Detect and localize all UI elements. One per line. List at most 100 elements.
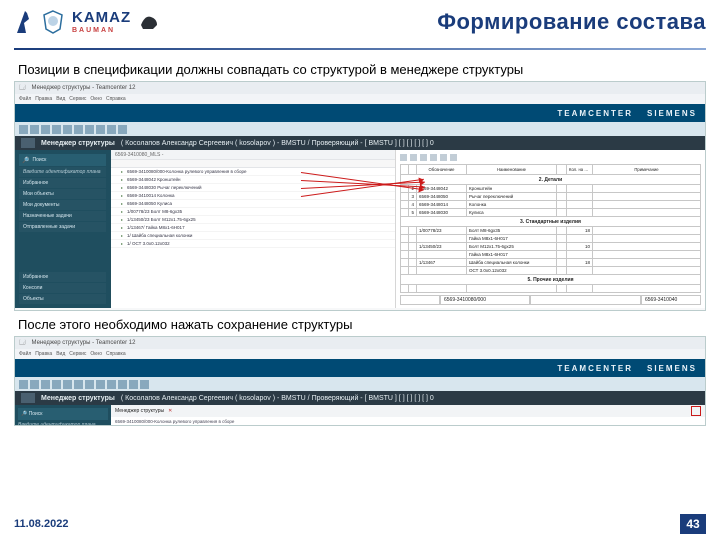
toolbar-icon[interactable]: [41, 125, 50, 134]
toolbar-icon[interactable]: [85, 380, 94, 389]
screenshot-save: 🗔 Менеджер структуры - Teamcenter 12 Фай…: [14, 336, 706, 426]
sidebar-item[interactable]: Мои объекты: [19, 189, 106, 199]
window-title-bar: 🗔 Менеджер структуры - Teamcenter 12: [15, 82, 705, 94]
menu-service[interactable]: Сервис: [69, 351, 86, 357]
toolbar-icon[interactable]: [30, 380, 39, 389]
tree-row[interactable]: 1/13450/23 Болт М12х1.75-6gx25: [111, 216, 395, 224]
sidebar-search: Поиск: [19, 154, 106, 166]
menu-help[interactable]: Справка: [106, 96, 126, 102]
tree-row[interactable]: 1/13467/ Гайка М8х1-6Н017: [111, 224, 395, 232]
menu-help[interactable]: Справка: [106, 351, 126, 357]
tree-row[interactable]: 6569-3410080/000-Колонка рулевого управл…: [111, 168, 395, 176]
window-title: Менеджер структуры - Teamcenter 12: [32, 85, 136, 91]
sidebar-bottom[interactable]: Объекты: [19, 294, 106, 304]
toolbar-icon[interactable]: [52, 125, 61, 134]
tree-columns: [111, 160, 395, 168]
section-std: 3. Стандартные изделия: [401, 217, 701, 227]
section-detail: 2. Детали: [401, 175, 701, 185]
tree-row[interactable]: 6569-3410014 Колонка: [111, 192, 395, 200]
siemens-word: SIEMENS: [647, 109, 697, 118]
kamaz-horse-icon: [14, 9, 36, 35]
toolbar: [15, 122, 705, 136]
user-context: ( Косолапов Александр Сергеевич ( kosola…: [121, 140, 434, 147]
toolbar-icon[interactable]: [63, 125, 72, 134]
toolbar-icon[interactable]: [30, 125, 39, 134]
close-icon[interactable]: ✕: [168, 408, 172, 414]
doc-tool-icon[interactable]: [420, 154, 427, 161]
doc-tool-icon[interactable]: [440, 154, 447, 161]
toolbar-icon[interactable]: [19, 125, 28, 134]
toolbar-icon[interactable]: [19, 380, 28, 389]
menu-file[interactable]: Файл: [19, 351, 31, 357]
brand-text: KAMAZ BAUMAN: [72, 10, 131, 34]
paragraph-1: Позиции в спецификации должны совпадать …: [18, 62, 702, 77]
app-icon: 🗔: [19, 338, 26, 348]
toolbar-icon[interactable]: [52, 380, 61, 389]
slide-footer: 11.08.2022 43: [14, 514, 706, 534]
menu-bar: Файл Правка Вид Сервис Окно Справка: [15, 349, 705, 359]
tree-row[interactable]: 6569-3448050 Кулиса: [111, 200, 395, 208]
toolbar-icon[interactable]: [107, 380, 116, 389]
spec-footer: 6569-3410080/000 6569-3410040: [400, 295, 701, 305]
tab-module[interactable]: Менеджер структуры: [115, 408, 164, 414]
menu-file[interactable]: Файл: [19, 96, 31, 102]
search-input[interactable]: Введите идентификатор плана: [19, 167, 106, 177]
toolbar-icon[interactable]: [118, 125, 127, 134]
sidebar-item[interactable]: Отправленные задачи: [19, 222, 106, 232]
page-number: 43: [680, 514, 706, 534]
teamcenter-word: TEAMCENTER: [557, 364, 633, 373]
tree-row[interactable]: 1/00778/23 Болт М8-6gx35: [111, 208, 395, 216]
toolbar-icon[interactable]: [129, 380, 138, 389]
tree-tab[interactable]: 6569-3410080_MLS -: [111, 150, 395, 160]
doc-tool-icon[interactable]: [400, 154, 407, 161]
menu-view[interactable]: Вид: [56, 96, 65, 102]
teamcenter-band: TEAMCENTER SIEMENS: [15, 104, 705, 122]
ox-icon: [137, 11, 161, 33]
teamcenter-band: TEAMCENTER SIEMENS: [15, 359, 705, 377]
toolbar-icon[interactable]: [63, 380, 72, 389]
sidebar-bottom[interactable]: Консоли: [19, 283, 106, 293]
toolbar: [15, 377, 705, 391]
toolbar-icon[interactable]: [85, 125, 94, 134]
toolbar-icon[interactable]: [41, 380, 50, 389]
window-title: Менеджер структуры - Teamcenter 12: [32, 340, 136, 346]
toolbar-icon[interactable]: [74, 380, 83, 389]
teamcenter-word: TEAMCENTER: [557, 109, 633, 118]
main-area: Менеджер структуры ✕ 6569-3410080/000-Ко…: [111, 405, 705, 426]
paragraph-2: После этого необходимо нажать сохранение…: [18, 317, 702, 332]
tree-row[interactable]: 1/ ОСТ 3.0х0.12х032: [111, 240, 395, 248]
menu-window[interactable]: Окно: [90, 351, 102, 357]
toolbar-icon[interactable]: [107, 125, 116, 134]
doc-tool-icon[interactable]: [410, 154, 417, 161]
toolbar-icon[interactable]: [74, 125, 83, 134]
menu-window[interactable]: Окно: [90, 96, 102, 102]
toolbar-icon[interactable]: [118, 380, 127, 389]
search-input[interactable]: Введите идентификатор плана: [18, 422, 108, 426]
sidebar-item[interactable]: Избранное: [19, 178, 106, 188]
sidebar-bottom[interactable]: Избранное: [19, 272, 106, 282]
menu-service[interactable]: Сервис: [69, 96, 86, 102]
screenshot-structure-spec: 🗔 Менеджер структуры - Teamcenter 12 Фай…: [14, 81, 706, 311]
tab-bar: Менеджер структуры ✕: [111, 405, 705, 417]
spec-document: Обозначение Наименование Кол. на изделие…: [395, 150, 705, 308]
app-icon: 🗔: [19, 83, 26, 93]
menu-view[interactable]: Вид: [56, 351, 65, 357]
save-button-highlight[interactable]: [691, 406, 701, 416]
toolbar-icon[interactable]: [96, 125, 105, 134]
spec-header-row: Обозначение Наименование Кол. на изделие…: [401, 165, 701, 175]
toolbar-icon[interactable]: [140, 380, 149, 389]
menu-bar: Файл Правка Вид Сервис Окно Справка: [15, 94, 705, 104]
siemens-word: SIEMENS: [647, 364, 697, 373]
menu-edit[interactable]: Правка: [35, 351, 52, 357]
menu-edit[interactable]: Правка: [35, 96, 52, 102]
doc-tool-icon[interactable]: [430, 154, 437, 161]
spec-table: Обозначение Наименование Кол. на изделие…: [400, 164, 701, 293]
doc-tool-icon[interactable]: [450, 154, 457, 161]
sidebar-item[interactable]: Назначенные задачи: [19, 211, 106, 221]
sidebar-search: 🔎 Поиск: [18, 408, 108, 420]
toolbar-icon[interactable]: [96, 380, 105, 389]
tree-row[interactable]: 1/ Шайба специальная колонки: [111, 232, 395, 240]
col-note: Примечание: [593, 165, 701, 175]
sidebar-item[interactable]: Мои документы: [19, 200, 106, 210]
object-path: 6569-3410080/000-Колонка рулевого управл…: [111, 417, 705, 426]
